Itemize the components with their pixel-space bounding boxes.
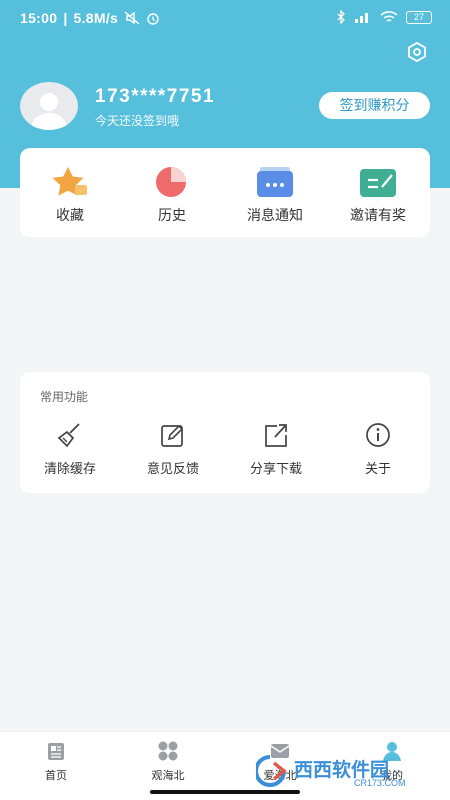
bluetooth-icon	[337, 10, 345, 24]
status-bar: 15:00 | 5.8M/s 27	[0, 0, 450, 36]
section-title: 常用功能	[40, 390, 89, 404]
mute-icon	[124, 11, 140, 25]
status-divider: |	[63, 10, 68, 26]
broom-icon	[57, 423, 80, 448]
quick-actions-card: 收藏 历史 消息通知 邀请有奖	[20, 148, 430, 237]
watermark-logo: 西西软件园 CR173.COM	[254, 755, 406, 788]
about-item[interactable]: 关于	[328, 422, 428, 477]
tab-guanhaibei[interactable]: 观海北	[128, 740, 208, 783]
tab-guanhaibei-label: 观海北	[151, 770, 185, 782]
share-label: 分享下载	[249, 461, 302, 476]
default-avatar-icon	[30, 93, 68, 130]
history-item[interactable]: 历史	[122, 165, 222, 225]
invite-icon	[360, 169, 396, 197]
favorites-item[interactable]: 收藏	[20, 165, 120, 225]
history-label: 历史	[158, 207, 186, 223]
status-time: 15:00	[20, 10, 58, 26]
edit-icon	[161, 424, 184, 447]
avatar[interactable]	[20, 82, 78, 130]
common-functions-card: 常用功能 清除缓存 意见反馈 分享下载 关于	[20, 372, 430, 493]
network-speed: 5.8M/s	[73, 10, 119, 26]
info-icon	[366, 423, 390, 447]
checkin-button[interactable]: 签到赚积分	[319, 92, 430, 119]
clear-cache-label: 清除缓存	[43, 461, 96, 476]
checkin-hint: 今天还没签到哦	[95, 114, 180, 128]
share-item[interactable]: 分享下载	[226, 422, 326, 477]
tab-home[interactable]: 首页	[16, 740, 96, 783]
home-indicator[interactable]	[150, 790, 300, 794]
user-phone: 173****7751	[95, 86, 216, 107]
tab-home-label: 首页	[45, 770, 67, 782]
pie-chart-icon	[156, 167, 186, 197]
wifi-icon	[380, 10, 398, 22]
site-watermark: 西西软件园 CR173.COM	[254, 754, 432, 788]
status-left: 15:00 | 5.8M/s	[20, 10, 160, 26]
home-news-icon	[48, 743, 64, 760]
invite-label: 邀请有奖	[350, 207, 406, 223]
share-icon	[265, 424, 287, 447]
feedback-label: 意见反馈	[146, 461, 199, 476]
signal-icon	[355, 13, 368, 23]
battery-indicator: 27	[406, 10, 432, 24]
status-right: 27	[336, 10, 432, 24]
messages-label: 消息通知	[247, 207, 303, 223]
alarm-icon	[147, 13, 159, 25]
message-icon	[257, 167, 293, 197]
grid-icon	[158, 741, 178, 761]
invite-item[interactable]: 邀请有奖	[328, 165, 428, 225]
star-icon	[52, 167, 87, 196]
clear-cache-item[interactable]: 清除缓存	[20, 422, 120, 477]
about-label: 关于	[364, 461, 391, 476]
feedback-item[interactable]: 意见反馈	[123, 422, 223, 477]
favorites-label: 收藏	[56, 207, 84, 223]
settings-icon[interactable]	[406, 41, 428, 63]
messages-item[interactable]: 消息通知	[225, 165, 325, 225]
watermark-sub: CR173.COM	[354, 778, 406, 788]
